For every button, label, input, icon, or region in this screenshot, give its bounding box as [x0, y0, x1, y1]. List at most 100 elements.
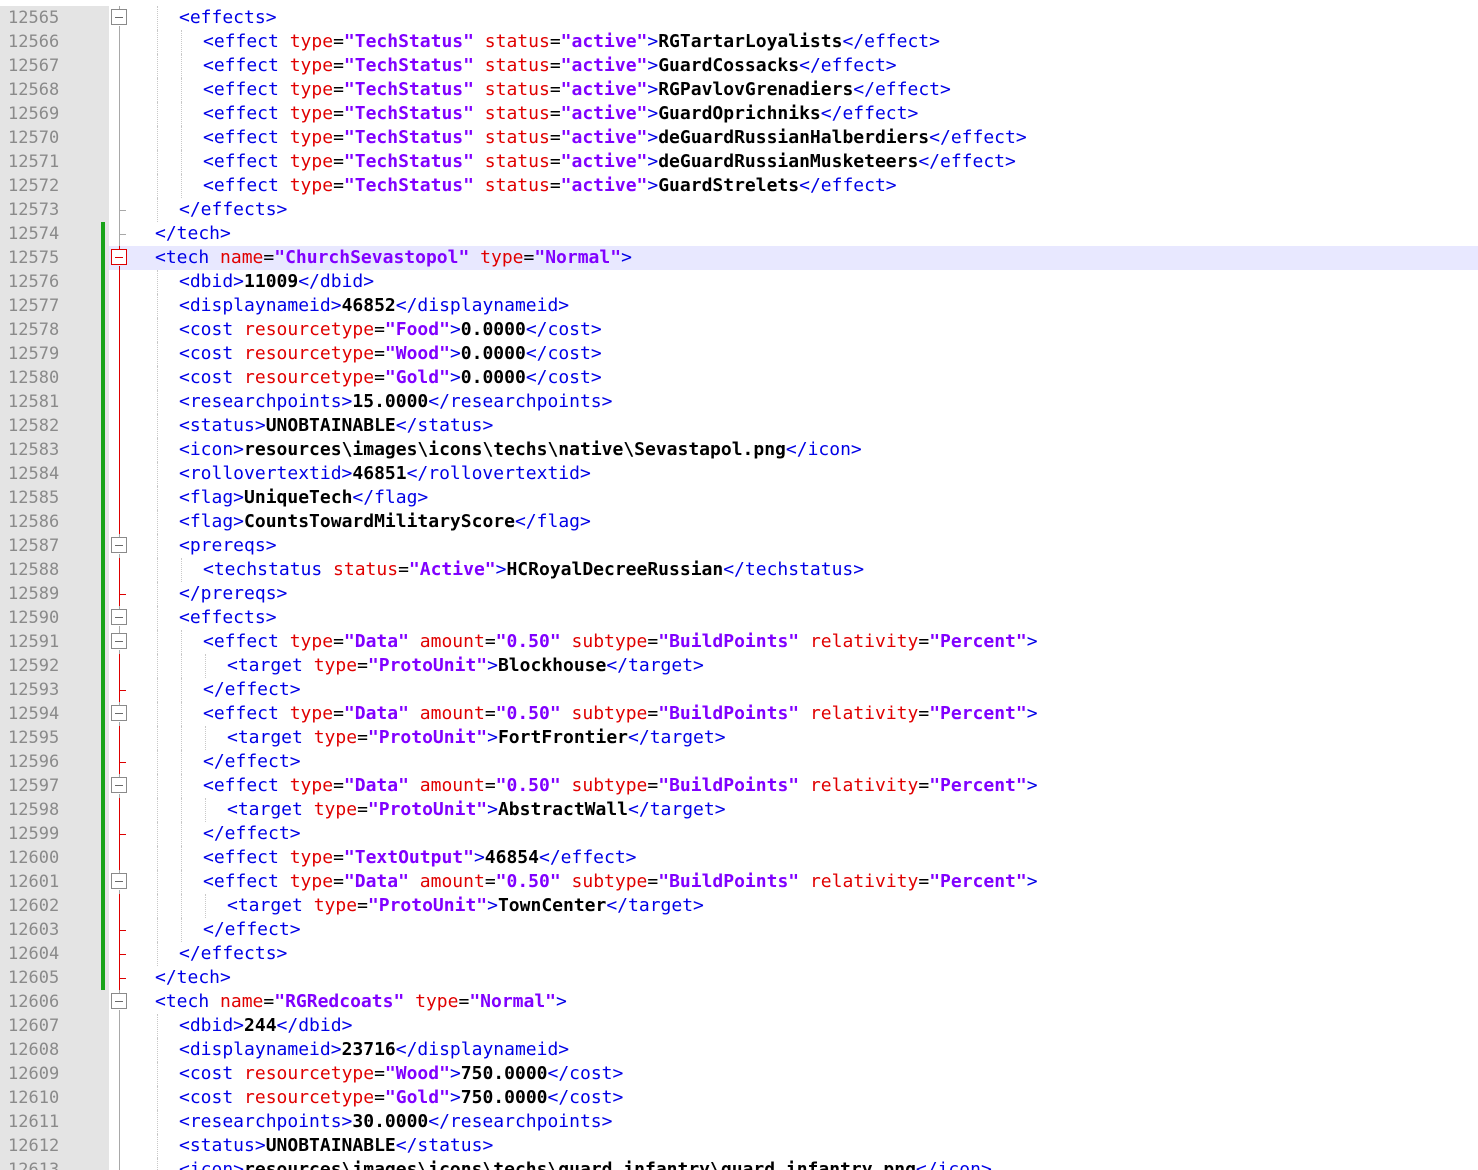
code-line[interactable]: 12597 <effect type="Data" amount="0.50" s…: [0, 774, 1478, 798]
fold-toggle-icon[interactable]: [110, 774, 132, 798]
code-text[interactable]: <target type="ProtoUnit">Blockhouse</tar…: [227, 654, 704, 678]
code-line[interactable]: 12584 <rollovertextid>46851</rollovertext…: [0, 462, 1478, 486]
code-text[interactable]: </prereqs>: [179, 582, 287, 606]
code-text[interactable]: <effect type="TechStatus" status="active…: [203, 126, 1027, 150]
code-text[interactable]: <researchpoints>30.0000</researchpoints>: [179, 1110, 612, 1134]
code-line[interactable]: 12569 <effect type="TechStatus" status="a…: [0, 102, 1478, 126]
code-text[interactable]: <effects>: [179, 606, 277, 630]
code-line[interactable]: 12598 <target type="ProtoUnit">AbstractWa…: [0, 798, 1478, 822]
code-line[interactable]: 12602 <target type="ProtoUnit">TownCenter…: [0, 894, 1478, 918]
code-line[interactable]: 12573 </effects>: [0, 198, 1478, 222]
code-text[interactable]: <target type="ProtoUnit">AbstractWall</t…: [227, 798, 726, 822]
code-text[interactable]: <effect type="TechStatus" status="active…: [203, 30, 940, 54]
code-text[interactable]: <effect type="Data" amount="0.50" subtyp…: [203, 870, 1038, 894]
code-text[interactable]: </effect>: [203, 918, 301, 942]
code-text[interactable]: <effect type="TechStatus" status="active…: [203, 78, 951, 102]
code-text[interactable]: <effect type="TechStatus" status="active…: [203, 54, 897, 78]
code-line[interactable]: 12600 <effect type="TextOutput">46854</ef…: [0, 846, 1478, 870]
code-text[interactable]: <rollovertextid>46851</rollovertextid>: [179, 462, 591, 486]
code-text[interactable]: </tech>: [155, 222, 231, 246]
code-text[interactable]: </effect>: [203, 822, 301, 846]
code-line[interactable]: 12583 <icon>resources\images\icons\techs\…: [0, 438, 1478, 462]
code-text[interactable]: <tech name="ChurchSevastopol" type="Norm…: [155, 246, 632, 270]
code-text[interactable]: </tech>: [155, 966, 231, 990]
code-text[interactable]: <effect type="TextOutput">46854</effect>: [203, 846, 637, 870]
code-text[interactable]: <cost resourcetype="Wood">750.0000</cost…: [179, 1062, 623, 1086]
code-text[interactable]: </effects>: [179, 198, 287, 222]
code-text[interactable]: <techstatus status="Active">HCRoyalDecre…: [203, 558, 864, 582]
code-text[interactable]: <flag>CountsTowardMilitaryScore</flag>: [179, 510, 591, 534]
code-line[interactable]: 12586 <flag>CountsTowardMilitaryScore</fl…: [0, 510, 1478, 534]
code-line[interactable]: 12582 <status>UNOBTAINABLE</status>: [0, 414, 1478, 438]
code-line[interactable]: 12575 <tech name="ChurchSevastopol" type=…: [0, 246, 1478, 270]
code-line[interactable]: 12610 <cost resourcetype="Gold">750.0000<…: [0, 1086, 1478, 1110]
code-line[interactable]: 12590 <effects>: [0, 606, 1478, 630]
code-text[interactable]: <cost resourcetype="Food">0.0000</cost>: [179, 318, 602, 342]
code-editor[interactable]: 12565 <effects> 12566 <effect type="TechSta…: [0, 0, 1478, 1170]
code-line[interactable]: 12595 <target type="ProtoUnit">FortFronti…: [0, 726, 1478, 750]
code-line[interactable]: 12592 <target type="ProtoUnit">Blockhouse…: [0, 654, 1478, 678]
fold-toggle-icon[interactable]: [110, 606, 132, 630]
code-text[interactable]: <effect type="Data" amount="0.50" subtyp…: [203, 702, 1038, 726]
code-line[interactable]: 12594 <effect type="Data" amount="0.50" s…: [0, 702, 1478, 726]
code-line[interactable]: 12576 <dbid>11009</dbid>: [0, 270, 1478, 294]
code-line[interactable]: 12606 <tech name="RGRedcoats" type="Norma…: [0, 990, 1478, 1014]
code-text[interactable]: <icon>resources\images\icons\techs\nativ…: [179, 438, 862, 462]
code-line[interactable]: 12599 </effect>: [0, 822, 1478, 846]
fold-toggle-icon[interactable]: [110, 870, 132, 894]
code-text[interactable]: </effect>: [203, 678, 301, 702]
code-line[interactable]: 12613 <icon>resources\images\icons\techs\…: [0, 1158, 1478, 1170]
code-text[interactable]: <target type="ProtoUnit">TownCenter</tar…: [227, 894, 704, 918]
code-text[interactable]: <displaynameid>46852</displaynameid>: [179, 294, 569, 318]
code-line[interactable]: 12588 <techstatus status="Active">HCRoyal…: [0, 558, 1478, 582]
code-line[interactable]: 12605 </tech>: [0, 966, 1478, 990]
code-line[interactable]: 12611 <researchpoints>30.0000</researchpo…: [0, 1110, 1478, 1134]
code-text[interactable]: <cost resourcetype="Wood">0.0000</cost>: [179, 342, 602, 366]
code-line[interactable]: 12587 <prereqs>: [0, 534, 1478, 558]
code-line[interactable]: 12601 <effect type="Data" amount="0.50" s…: [0, 870, 1478, 894]
code-text[interactable]: <displaynameid>23716</displaynameid>: [179, 1038, 569, 1062]
code-line[interactable]: 12578 <cost resourcetype="Food">0.0000</c…: [0, 318, 1478, 342]
code-text[interactable]: <effect type="TechStatus" status="active…: [203, 150, 1016, 174]
code-line[interactable]: 12585 <flag>UniqueTech</flag>: [0, 486, 1478, 510]
code-line[interactable]: 12604 </effects>: [0, 942, 1478, 966]
fold-toggle-icon[interactable]: [110, 534, 132, 558]
code-text[interactable]: <effects>: [179, 6, 277, 30]
fold-toggle-icon[interactable]: [110, 246, 132, 270]
code-text[interactable]: <target type="ProtoUnit">FortFrontier</t…: [227, 726, 726, 750]
fold-toggle-icon[interactable]: [110, 990, 132, 1014]
code-text[interactable]: <tech name="RGRedcoats" type="Normal">: [155, 990, 567, 1014]
code-text[interactable]: </effect>: [203, 750, 301, 774]
code-text[interactable]: <dbid>11009</dbid>: [179, 270, 374, 294]
fold-toggle-icon[interactable]: [110, 6, 132, 30]
code-text[interactable]: <cost resourcetype="Gold">750.0000</cost…: [179, 1086, 623, 1110]
code-text[interactable]: <icon>resources\images\icons\techs\guard…: [179, 1158, 992, 1170]
code-line[interactable]: 12581 <researchpoints>15.0000</researchpo…: [0, 390, 1478, 414]
code-text[interactable]: <cost resourcetype="Gold">0.0000</cost>: [179, 366, 602, 390]
fold-toggle-icon[interactable]: [110, 630, 132, 654]
code-text[interactable]: <status>UNOBTAINABLE</status>: [179, 414, 493, 438]
code-text[interactable]: <researchpoints>15.0000</researchpoints>: [179, 390, 612, 414]
code-line[interactable]: 12612 <status>UNOBTAINABLE</status>: [0, 1134, 1478, 1158]
code-line[interactable]: 12596 </effect>: [0, 750, 1478, 774]
code-line[interactable]: 12580 <cost resourcetype="Gold">0.0000</c…: [0, 366, 1478, 390]
code-line[interactable]: 12574 </tech>: [0, 222, 1478, 246]
fold-toggle-icon[interactable]: [110, 702, 132, 726]
code-text[interactable]: <flag>UniqueTech</flag>: [179, 486, 428, 510]
code-line[interactable]: 12603 </effect>: [0, 918, 1478, 942]
code-line[interactable]: 12571 <effect type="TechStatus" status="a…: [0, 150, 1478, 174]
code-text[interactable]: <effect type="Data" amount="0.50" subtyp…: [203, 630, 1038, 654]
code-line[interactable]: 12607 <dbid>244</dbid>: [0, 1014, 1478, 1038]
code-line[interactable]: 12593 </effect>: [0, 678, 1478, 702]
code-line[interactable]: 12567 <effect type="TechStatus" status="a…: [0, 54, 1478, 78]
code-line[interactable]: 12579 <cost resourcetype="Wood">0.0000</c…: [0, 342, 1478, 366]
code-text[interactable]: </effects>: [179, 942, 287, 966]
code-text[interactable]: <status>UNOBTAINABLE</status>: [179, 1134, 493, 1158]
code-text[interactable]: <dbid>244</dbid>: [179, 1014, 352, 1038]
code-text[interactable]: <effect type="TechStatus" status="active…: [203, 102, 918, 126]
code-text[interactable]: <effect type="TechStatus" status="active…: [203, 174, 897, 198]
code-line[interactable]: 12608 <displaynameid>23716</displaynameid…: [0, 1038, 1478, 1062]
code-line[interactable]: 12566 <effect type="TechStatus" status="a…: [0, 30, 1478, 54]
code-line[interactable]: 12565 <effects>: [0, 6, 1478, 30]
code-line[interactable]: 12577 <displaynameid>46852</displaynameid…: [0, 294, 1478, 318]
